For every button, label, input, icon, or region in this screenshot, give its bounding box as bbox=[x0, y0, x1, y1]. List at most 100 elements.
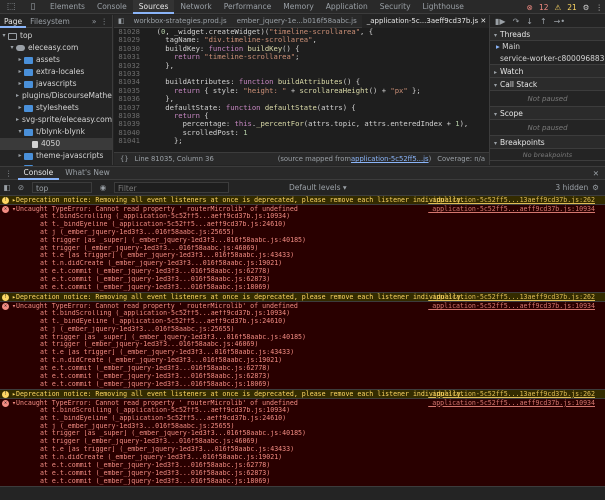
file-tab-workbox[interactable]: workbox-strategies.prod.js bbox=[129, 15, 232, 28]
tree-item[interactable]: ▸ javascripts bbox=[0, 78, 112, 90]
stack-frame[interactable]: at t._bindEyeline (_application-5c52ff5.… bbox=[0, 415, 605, 423]
stack-frame[interactable]: at trigger [as _super] (_ember_jquery-1e… bbox=[0, 334, 605, 342]
message-source-link[interactable]: _application-5c52ff5...13aeff9cd37b.js:2… bbox=[428, 390, 595, 398]
stack-frame[interactable]: at t.e [as trigger] (_ember_jquery-1ed3f… bbox=[0, 446, 605, 454]
step-out-icon[interactable]: ↑ bbox=[540, 17, 547, 26]
tab-security[interactable]: Security bbox=[374, 0, 417, 14]
more-menu-icon[interactable]: ⋮ bbox=[596, 3, 604, 12]
live-expression-eye-icon[interactable]: ◉ bbox=[96, 183, 110, 192]
tree-item[interactable]: ▾ t/blynk-blynk bbox=[0, 126, 112, 138]
tab-performance[interactable]: Performance bbox=[218, 0, 278, 14]
code-line[interactable]: 81032 }, bbox=[114, 61, 489, 70]
stack-frame[interactable]: at t.e [as trigger] (_ember_jquery-1ed3f… bbox=[0, 349, 605, 357]
stack-frame[interactable]: at e.t.commit (_ember_jquery-1ed3f3...01… bbox=[0, 373, 605, 381]
code-editor[interactable]: 81028 (0, _widget.createWidget)("timelin… bbox=[114, 28, 489, 152]
stack-frame[interactable]: at trigger (_ember_jquery-1ed3f3...016f5… bbox=[0, 341, 605, 349]
stack-frame[interactable]: at t._bindEyeline (_application-5c52ff5.… bbox=[0, 318, 605, 326]
tree-arrow-icon[interactable]: ▾ bbox=[0, 30, 8, 42]
resume-icon[interactable]: ▮▶ bbox=[495, 17, 506, 26]
pretty-print-icon[interactable]: {} bbox=[114, 155, 135, 163]
thread-worker[interactable]: service-worker-c8000968830b6f... bbox=[490, 53, 605, 65]
console-settings-icon[interactable]: ⚙ bbox=[592, 183, 605, 192]
tab-console[interactable]: Console bbox=[17, 166, 60, 180]
tab-page[interactable]: Page bbox=[0, 15, 27, 28]
drawer-menu-icon[interactable]: ⋮ bbox=[0, 169, 18, 178]
tab-application[interactable]: Application bbox=[320, 0, 374, 14]
tree-arrow-icon[interactable]: ▸ bbox=[16, 102, 24, 114]
stack-frame[interactable]: at j (_ember_jquery-1ed3f3...016f58aabc.… bbox=[0, 423, 605, 431]
breakpoints-section[interactable]: ▾ Breakpoints bbox=[490, 136, 605, 149]
tree-arrow-icon[interactable]: ▸ bbox=[16, 66, 24, 78]
tab-lighthouse[interactable]: Lighthouse bbox=[417, 0, 470, 14]
tab-memory[interactable]: Memory bbox=[277, 0, 320, 14]
file-tab-ember-jquery[interactable]: ember_jquery-1e...b016f58aabc.js bbox=[232, 15, 362, 28]
clear-console-icon[interactable]: ⊘ bbox=[14, 183, 28, 192]
stack-frame[interactable]: at t.bindScrolling (_application-5c52ff5… bbox=[0, 407, 605, 415]
stack-frame[interactable]: at t.bindScrolling (_application-5c52ff5… bbox=[0, 310, 605, 318]
log-levels-dropdown[interactable]: Default levels ▾ bbox=[289, 183, 347, 192]
stack-frame[interactable]: at j (_ember_jquery-1ed3f3...016f58aabc.… bbox=[0, 229, 605, 237]
tree-item[interactable]: ▸ extra-locales bbox=[0, 66, 112, 78]
stack-frame[interactable]: at trigger [as _super] (_ember_jquery-1e… bbox=[0, 430, 605, 438]
error-icon[interactable]: ⊗ bbox=[527, 3, 533, 12]
tab-filesystem[interactable]: Filesystem bbox=[26, 15, 74, 28]
stack-frame[interactable]: at e.t.commit (_ember_jquery-1ed3f3...01… bbox=[0, 470, 605, 478]
console-warning-message[interactable]: ! ▸Deprecation notice: Removing all event… bbox=[0, 292, 605, 302]
tree-arrow-icon[interactable]: ▸ bbox=[16, 78, 24, 90]
callstack-section[interactable]: ▾ Call Stack bbox=[490, 78, 605, 91]
message-source-link[interactable]: _application-5c52ff5...13aeff9cd37b.js:2… bbox=[428, 293, 595, 301]
stack-frame[interactable]: at t.bindScrolling (_application-5c52ff5… bbox=[0, 213, 605, 221]
tab-elements[interactable]: Elements bbox=[44, 0, 91, 14]
stack-frame[interactable]: at e.t.commit (_ember_jquery-1ed3f3...01… bbox=[0, 284, 605, 292]
line-number[interactable]: 81041 bbox=[114, 136, 148, 145]
console-warning-message[interactable]: ! ▸Deprecation notice: Removing all event… bbox=[0, 389, 605, 399]
tree-arrow-icon[interactable]: ▸ bbox=[16, 90, 19, 102]
step-icon[interactable]: →• bbox=[554, 17, 565, 26]
error-count[interactable]: 12 bbox=[539, 3, 549, 12]
close-tab-icon[interactable]: ✕ bbox=[480, 17, 486, 25]
scope-section[interactable]: ▾ Scope bbox=[490, 107, 605, 120]
message-source-link[interactable]: _application-5c52ff5...13aeff9cd37b.js:2… bbox=[428, 196, 595, 204]
file-tab-application[interactable]: _application-5c...3aeff9cd37b.js ✕ bbox=[361, 14, 492, 28]
stack-frame[interactable]: at e.t.commit (_ember_jquery-1ed3f3...01… bbox=[0, 381, 605, 389]
stack-frame[interactable]: at trigger [as _super] (_ember_jquery-1e… bbox=[0, 237, 605, 245]
tab-console[interactable]: Console bbox=[91, 0, 133, 14]
tree-item[interactable]: ▾ top bbox=[0, 30, 112, 42]
stack-frame[interactable]: at t.n.didCreate (_ember_jquery-1ed3f3..… bbox=[0, 357, 605, 365]
tree-arrow-icon[interactable]: ▸ bbox=[16, 54, 24, 66]
watch-section[interactable]: ▸ Watch bbox=[490, 65, 605, 78]
device-toolbar-icon[interactable]: ▯ bbox=[22, 0, 44, 14]
console-error-message[interactable]: ✕ ▾Uncaught TypeError: Cannot read proper… bbox=[0, 398, 605, 487]
stack-frame[interactable]: at e.t.commit (_ember_jquery-1ed3f3...01… bbox=[0, 462, 605, 470]
tree-arrow-icon[interactable]: ▸ bbox=[16, 114, 19, 126]
source-map-link[interactable]: application-5c52ff5...js bbox=[351, 155, 429, 163]
step-into-icon[interactable]: ↓ bbox=[526, 17, 533, 26]
sidebar-toggle-icon[interactable]: ◧ bbox=[0, 183, 14, 192]
stack-frame[interactable]: at e.t.commit (_ember_jquery-1ed3f3...01… bbox=[0, 365, 605, 373]
thread-main[interactable]: ▸ Main bbox=[490, 41, 605, 53]
stack-frame[interactable]: at j (_ember_jquery-1ed3f3...016f58aabc.… bbox=[0, 326, 605, 334]
message-source-link[interactable]: _application-5c52ff5...aeff9cd37b.js:109… bbox=[428, 399, 595, 407]
inspect-element-icon[interactable]: ⬚ bbox=[0, 0, 22, 14]
warning-icon[interactable]: ⚠ bbox=[554, 3, 561, 12]
tree-item[interactable]: ▸ stylesheets bbox=[0, 102, 112, 114]
toggle-navigator-icon[interactable]: ◧ bbox=[114, 17, 129, 25]
tab-network[interactable]: Network bbox=[174, 0, 217, 14]
code-line[interactable]: 81041 }; bbox=[114, 136, 489, 145]
close-drawer-icon[interactable]: ✕ bbox=[593, 169, 605, 178]
console-warning-message[interactable]: ! ▸Deprecation notice: Removing all event… bbox=[0, 196, 605, 205]
step-over-icon[interactable]: ↷ bbox=[513, 17, 520, 26]
stack-frame[interactable]: at e.t.commit (_ember_jquery-1ed3f3...01… bbox=[0, 478, 605, 486]
stack-frame[interactable]: at trigger (_ember_jquery-1ed3f3...016f5… bbox=[0, 245, 605, 253]
navigator-menu-icon[interactable]: ⋮ bbox=[101, 17, 113, 26]
tree-arrow-icon[interactable]: ▸ bbox=[16, 150, 24, 162]
stack-frame[interactable]: at e.t.commit (_ember_jquery-1ed3f3...01… bbox=[0, 268, 605, 276]
tree-arrow-icon[interactable]: ▾ bbox=[16, 126, 24, 138]
message-source-link[interactable]: _application-5c52ff5...aeff9cd37b.js:109… bbox=[428, 205, 595, 213]
console-error-message[interactable]: ✕ ▾Uncaught TypeError: Cannot read proper… bbox=[0, 205, 605, 293]
tab-sources[interactable]: Sources bbox=[132, 0, 175, 14]
more-tabs-icon[interactable]: » bbox=[92, 17, 101, 26]
tree-item[interactable]: ▸ theme-javascripts bbox=[0, 150, 112, 162]
stack-frame[interactable]: at t.n.didCreate (_ember_jquery-1ed3f3..… bbox=[0, 260, 605, 268]
stack-frame[interactable]: at trigger (_ember_jquery-1ed3f3...016f5… bbox=[0, 438, 605, 446]
